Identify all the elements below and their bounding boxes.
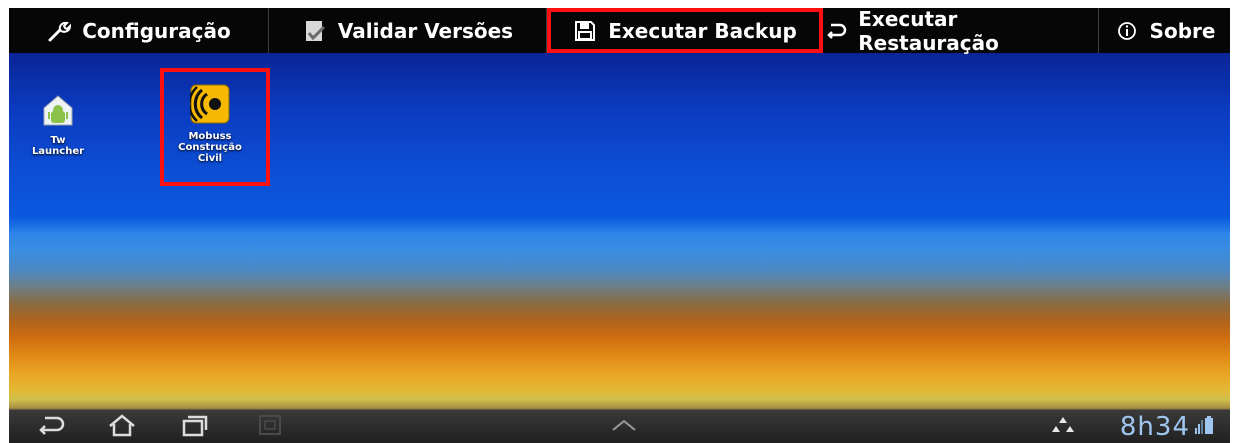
recycle-icon — [1052, 415, 1074, 439]
recycle-status — [1050, 414, 1076, 440]
home-button[interactable] — [105, 414, 139, 440]
back-button[interactable] — [35, 414, 69, 440]
back-icon — [37, 414, 67, 440]
action-bar: Configuração Validar Versões Executar Ba… — [9, 8, 1230, 55]
document-check-icon — [302, 18, 328, 44]
clock-time: 8h34 — [1119, 412, 1190, 442]
chevron-up-icon — [609, 417, 639, 437]
validate-versions-button[interactable]: Validar Versões — [269, 8, 547, 53]
tw-launcher-label: Tw Launcher — [31, 135, 85, 157]
recent-apps-icon — [180, 413, 208, 441]
home-android-icon — [40, 92, 76, 131]
execute-restore-button[interactable]: Executar Restauração — [823, 8, 1099, 55]
execute-backup-button[interactable]: Executar Backup — [547, 8, 823, 53]
execute-backup-label: Executar Backup — [608, 18, 797, 43]
battery-icon — [1205, 416, 1213, 438]
validate-versions-label: Validar Versões — [337, 18, 514, 43]
tw-launcher-shortcut[interactable]: Tw Launcher — [23, 92, 93, 157]
about-label: Sobre — [1149, 18, 1216, 43]
execute-restore-label: Executar Restauração — [858, 8, 999, 55]
mobuss-highlight-box — [160, 68, 270, 186]
signal-battery-status — [1192, 414, 1216, 440]
system-navigation-bar: 8h34 — [9, 410, 1230, 443]
about-button[interactable]: Sobre — [1099, 8, 1230, 53]
undo-icon — [823, 18, 848, 44]
home-icon — [107, 413, 137, 441]
info-icon — [1114, 18, 1140, 44]
screenshot-icon — [257, 413, 283, 441]
app-drawer-button[interactable] — [606, 414, 642, 440]
android-screen: Configuração Validar Versões Executar Ba… — [9, 8, 1230, 443]
wrench-icon — [46, 18, 72, 44]
config-button[interactable]: Configuração — [9, 8, 269, 53]
save-icon — [572, 18, 598, 44]
signal-icon — [1195, 416, 1205, 438]
config-label: Configuração — [82, 18, 231, 43]
screenshot-button[interactable] — [253, 414, 287, 440]
recent-apps-button[interactable] — [177, 414, 211, 440]
